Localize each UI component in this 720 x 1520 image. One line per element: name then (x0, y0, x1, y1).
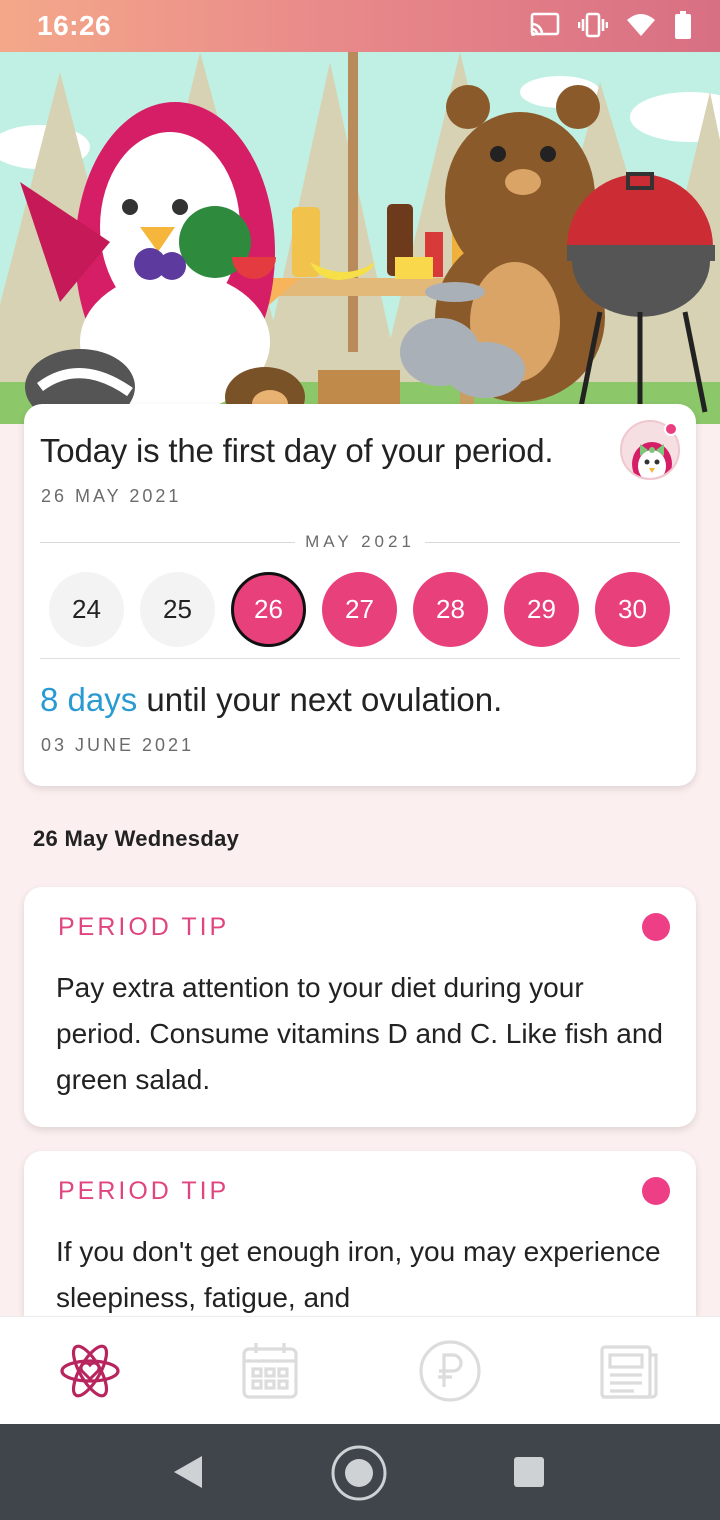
status-icons (530, 10, 692, 45)
divider (40, 658, 680, 659)
status-time: 16:26 (37, 10, 112, 41)
tip-text: Pay extra attention to your diet during … (56, 972, 663, 1095)
nav-calendar-tab[interactable] (238, 1339, 302, 1403)
ovulation-days: 8 days (40, 681, 138, 718)
nav-articles-tab[interactable] (598, 1339, 662, 1403)
day-25[interactable]: 25 (140, 572, 215, 647)
calendar-icon (242, 1343, 298, 1399)
system-nav-bar (0, 1424, 720, 1520)
tip-card[interactable]: PERIOD TIP Pay extra attention to your d… (24, 887, 696, 1127)
recents-icon[interactable] (513, 1456, 545, 1488)
ovulation-date: 03 JUNE 2021 (41, 735, 195, 755)
day-heading: 26 May Wednesday (33, 826, 240, 851)
tip-card[interactable]: PERIOD TIP If you don't get enough iron,… (24, 1151, 696, 1316)
day-27[interactable]: 27 (322, 572, 397, 647)
ovulation-countdown: 8 days until your next ovulation. (40, 681, 502, 719)
wifi-icon (626, 12, 656, 43)
status-bar: 16:26 (0, 0, 720, 52)
day-24[interactable]: 24 (49, 572, 124, 647)
battery-icon (674, 10, 692, 45)
cycle-status-title: Today is the first day of your period. (40, 432, 554, 469)
vibrate-icon (577, 12, 609, 43)
tip-label: PERIOD TIP (58, 913, 230, 941)
day-29[interactable]: 29 (504, 572, 579, 647)
premium-coin-icon (419, 1340, 481, 1402)
bottom-nav (0, 1316, 720, 1424)
home-icon[interactable] (330, 1444, 388, 1502)
current-date: 26 MAY 2021 (41, 486, 182, 506)
hero-illustration (0, 52, 720, 424)
ovulation-text: until your next ovulation. (137, 681, 503, 718)
nav-premium-tab[interactable] (418, 1339, 482, 1403)
day-strip: 24 25 26 27 28 29 30 (49, 572, 670, 647)
day-26-today[interactable]: 26 (231, 572, 306, 647)
cast-icon (530, 12, 560, 43)
notification-dot (664, 422, 678, 436)
month-header: MAY 2021 (40, 532, 680, 552)
month-label: MAY 2021 (295, 532, 425, 551)
tip-text: If you don't get enough iron, you may ex… (56, 1236, 661, 1313)
unread-dot (642, 1177, 670, 1205)
tip-label: PERIOD TIP (58, 1177, 230, 1205)
unread-dot (642, 913, 670, 941)
nav-cycle-tab[interactable] (58, 1339, 122, 1403)
atom-heart-icon (60, 1344, 120, 1398)
home-feed[interactable]: Today is the first day of your period. 2… (0, 400, 720, 1316)
articles-icon (600, 1345, 658, 1399)
day-28[interactable]: 28 (413, 572, 488, 647)
cycle-summary-card: Today is the first day of your period. 2… (24, 404, 696, 786)
back-icon[interactable] (170, 1454, 206, 1490)
day-30[interactable]: 30 (595, 572, 670, 647)
